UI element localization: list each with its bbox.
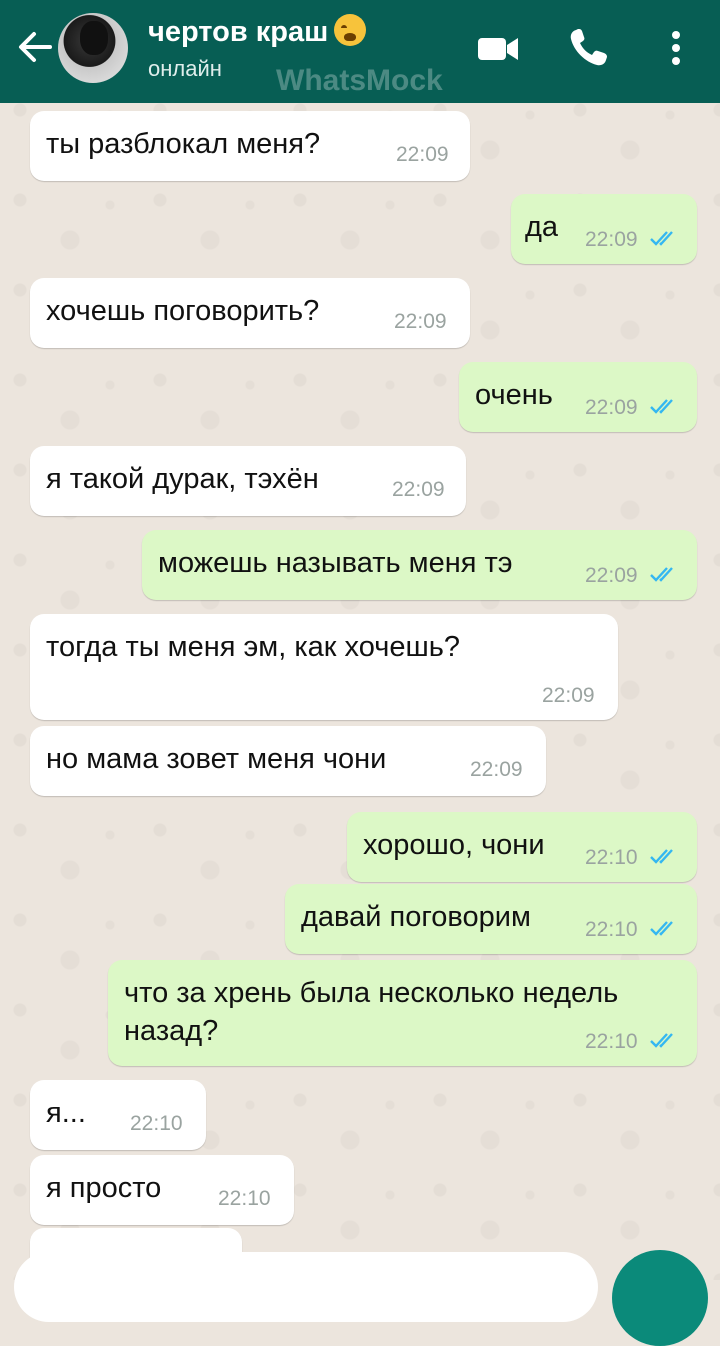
watermark: WhatsMock [276,64,443,97]
message-time: 22:09 [470,758,523,781]
voice-call-icon[interactable] [566,26,610,70]
message-time: 22:09 [542,684,595,707]
message-time: 22:10 [130,1112,183,1135]
message-outgoing[interactable]: очень 22:09 [459,362,697,432]
read-receipt-icon [650,567,673,582]
message-text: да [525,211,559,243]
message-time: 22:10 [585,918,638,941]
message-text: давай поговорим [301,901,531,933]
message-time: 22:10 [585,846,638,869]
message-text: очень [475,379,553,411]
back-arrow-icon[interactable] [14,27,54,67]
message-outgoing[interactable]: давай поговорим 22:10 [285,884,697,954]
read-receipt-icon [650,921,673,936]
message-incoming[interactable]: но мама зовет меня чони 22:09 [30,726,546,796]
message-time: 22:09 [396,143,449,166]
more-options-icon[interactable] [654,26,698,70]
message-time: 22:09 [392,478,445,501]
read-receipt-icon [650,1033,673,1048]
message-time: 22:09 [585,228,638,251]
message-outgoing[interactable]: что за хрень была несколько недель назад… [108,960,697,1066]
read-receipt-icon [650,849,673,864]
message-time: 22:09 [585,396,638,419]
contact-name-text: чертов краш [148,16,329,48]
contact-status: онлайн [148,56,222,81]
message-incoming[interactable]: я... 22:10 [30,1080,206,1150]
message-text: ты разблокал меня? [46,128,321,160]
message-incoming[interactable]: тогда ты меня эм, как хочешь? 22:09 [30,614,618,720]
message-text: хочешь поговорить? [46,295,320,327]
message-text-line: что за хрень была несколько недель [124,977,619,1009]
message-text: я просто [46,1172,162,1204]
video-call-icon[interactable] [476,26,520,70]
message-outgoing[interactable]: да 22:09 [511,194,697,264]
message-time: 22:10 [585,1030,638,1053]
message-incoming[interactable]: я такой дурак, тэхён 22:09 [30,446,466,516]
message-time: 22:09 [394,310,447,333]
message-text: но мама зовет меня чони [46,743,387,775]
message-outgoing[interactable]: хорошо, чони 22:10 [347,812,697,882]
read-receipt-icon [650,399,673,414]
contact-name[interactable]: чертов краш [148,14,367,49]
read-receipt-icon [650,231,673,246]
chat-header: чертов краш онлайн WhatsMock [0,0,720,103]
send-voice-button[interactable] [612,1250,708,1346]
message-incoming[interactable]: ты разблокал меня? 22:09 [30,111,470,181]
message-outgoing[interactable]: можешь называть меня тэ 22:09 [142,530,697,600]
message-incoming[interactable]: хочешь поговорить? 22:09 [30,278,470,348]
contact-avatar[interactable] [58,13,128,83]
message-text: хорошо, чони [363,829,545,861]
crying-face-emoji-icon [334,14,367,46]
message-time: 22:10 [218,1187,271,1210]
message-time: 22:09 [585,564,638,587]
message-text: я такой дурак, тэхён [46,463,319,495]
message-text: тогда ты меня эм, как хочешь? [46,631,460,663]
message-incoming[interactable]: я просто 22:10 [30,1155,294,1225]
message-text: я... [46,1097,86,1129]
message-input-bar[interactable] [14,1252,598,1322]
message-text: можешь называть меня тэ [158,547,513,579]
message-text-line: назад? [124,1015,219,1047]
